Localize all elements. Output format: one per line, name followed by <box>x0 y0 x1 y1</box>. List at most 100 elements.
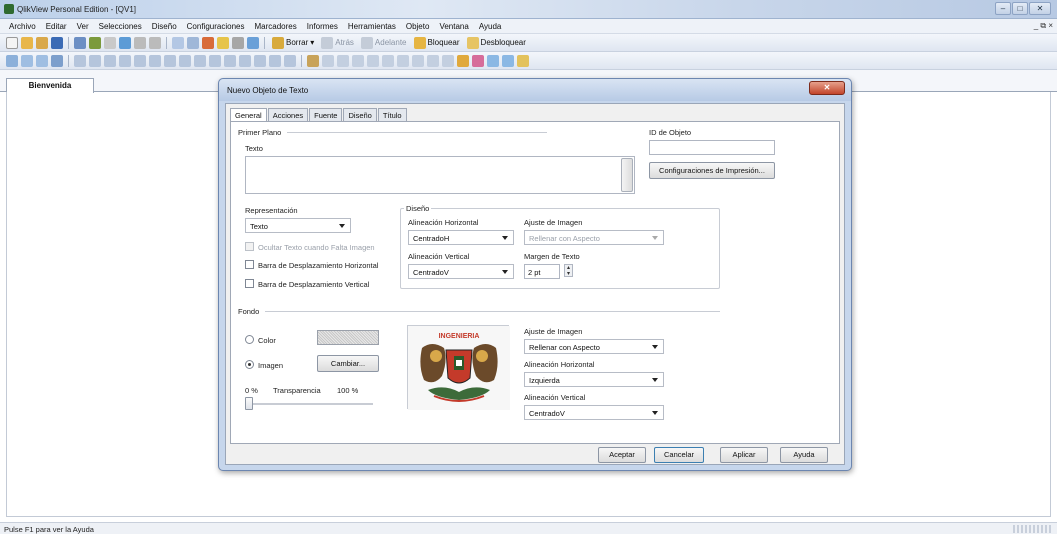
table-box-icon[interactable] <box>119 54 131 67</box>
menu-editar[interactable]: Editar <box>41 22 72 31</box>
add-sheet-icon[interactable] <box>6 54 18 67</box>
document-properties-icon[interactable] <box>187 36 199 49</box>
bg-alin-vertical-select[interactable]: CentradoV <box>524 405 664 420</box>
distribute-horizontal-icon[interactable] <box>412 54 424 67</box>
bloquear-button[interactable]: Bloquear <box>412 36 462 49</box>
redo-icon[interactable] <box>149 36 161 49</box>
cursor-icon[interactable] <box>517 54 529 67</box>
bookmark-object-icon[interactable] <box>239 54 251 67</box>
minimize-button[interactable]: – <box>995 2 1011 15</box>
margen-texto-input[interactable]: 2 pt <box>524 264 560 279</box>
color-swatch-button[interactable] <box>317 330 379 345</box>
tab-diseno[interactable]: Diseño <box>343 108 377 121</box>
ajuste-imagen-select[interactable]: Rellenar con Aspecto <box>524 230 664 245</box>
menu-herramientas[interactable]: Herramientas <box>343 22 401 31</box>
aplicar-button[interactable]: Aplicar <box>720 447 768 463</box>
line-arrow-icon[interactable] <box>209 54 221 67</box>
bg-alin-horizontal-select[interactable]: Izquierda <box>524 372 664 387</box>
atras-button[interactable]: Atrás <box>319 36 356 49</box>
open-server-icon[interactable] <box>36 36 48 49</box>
tab-fuente[interactable]: Fuente <box>309 108 343 121</box>
print-icon[interactable] <box>74 36 86 49</box>
transparencia-slider-track[interactable] <box>249 403 373 405</box>
cancelar-button[interactable]: Cancelar <box>654 447 704 463</box>
color-radio[interactable] <box>245 335 254 344</box>
transparencia-slider-thumb[interactable] <box>245 397 253 410</box>
ayuda-button[interactable]: Ayuda <box>780 447 828 463</box>
menu-ventana[interactable]: Ventana <box>434 22 473 31</box>
statistics-box-icon[interactable] <box>89 54 101 67</box>
alin-horizontal-select[interactable]: CentradoH <box>408 230 514 245</box>
texto-textarea[interactable] <box>245 156 635 194</box>
id-objeto-input[interactable] <box>649 140 775 155</box>
close-button[interactable]: ✕ <box>1029 2 1051 15</box>
listbox-icon[interactable] <box>74 54 86 67</box>
tab-titulo[interactable]: Título <box>377 108 407 121</box>
menu-ver[interactable]: Ver <box>72 22 94 31</box>
menu-diseno[interactable]: Diseño <box>147 22 182 31</box>
slider-object-icon[interactable] <box>224 54 236 67</box>
reload-icon[interactable] <box>119 36 131 49</box>
margen-spin-icon[interactable]: ▴ ▾ <box>564 264 573 277</box>
sheet-right-icon[interactable] <box>36 54 48 67</box>
help-icon[interactable] <box>247 36 259 49</box>
chart-icon[interactable] <box>134 54 146 67</box>
desbloquear-button[interactable]: Desbloquear <box>465 36 528 49</box>
align-left-icon[interactable] <box>322 54 334 67</box>
container-icon[interactable] <box>269 54 281 67</box>
align-top-icon[interactable] <box>367 54 379 67</box>
representacion-select[interactable]: Texto <box>245 218 351 233</box>
chart-wizard-icon[interactable] <box>202 36 214 49</box>
print-pdf-icon[interactable] <box>89 36 101 49</box>
menu-selecciones[interactable]: Selecciones <box>94 22 147 31</box>
grid-icon[interactable] <box>442 54 454 67</box>
sheet-tab-bienvenida[interactable]: Bienvenida <box>6 78 94 93</box>
layout-icon[interactable] <box>487 54 499 67</box>
color-icon[interactable] <box>472 54 484 67</box>
align-right-icon[interactable] <box>352 54 364 67</box>
bg-ajuste-imagen-select[interactable]: Rellenar con Aspecto <box>524 339 664 354</box>
dialog-title-bar[interactable]: Nuevo Objeto de Texto ✕ <box>219 79 851 101</box>
alin-vertical-select[interactable]: CentradoV <box>408 264 514 279</box>
texto-expand-button[interactable] <box>621 158 633 192</box>
bookmark-star-icon[interactable] <box>217 36 229 49</box>
aceptar-button[interactable]: Aceptar <box>598 447 646 463</box>
imagen-radio[interactable] <box>245 360 254 369</box>
open-folder-icon[interactable] <box>21 36 33 49</box>
dialog-close-button[interactable]: ✕ <box>809 81 845 95</box>
maximize-button[interactable]: □ <box>1012 2 1028 15</box>
barra-vertical-checkbox[interactable] <box>245 279 254 288</box>
ocultar-texto-checkbox[interactable] <box>245 242 254 251</box>
input-box-icon[interactable] <box>149 54 161 67</box>
menu-configuraciones[interactable]: Configuraciones <box>182 22 250 31</box>
undo-icon[interactable] <box>134 36 146 49</box>
menu-informes[interactable]: Informes <box>302 22 343 31</box>
resize-grip-icon[interactable] <box>1013 525 1053 533</box>
align-center-icon[interactable] <box>337 54 349 67</box>
menu-archivo[interactable]: Archivo <box>4 22 41 31</box>
cambiar-button[interactable]: Cambiar... <box>317 355 379 372</box>
config-impresion-button[interactable]: Configuraciones de Impresión... <box>649 162 775 179</box>
edit-script-icon[interactable] <box>104 36 116 49</box>
menu-marcadores[interactable]: Marcadores <box>249 22 301 31</box>
adelante-button[interactable]: Adelante <box>359 36 409 49</box>
sheet-properties-icon[interactable] <box>51 54 63 67</box>
new-document-icon[interactable] <box>6 36 18 49</box>
menu-objeto[interactable]: Objeto <box>401 22 435 31</box>
mdi-window-buttons[interactable]: _ ⧉ × <box>1034 21 1053 31</box>
barra-horizontal-checkbox[interactable] <box>245 260 254 269</box>
menu-ayuda[interactable]: Ayuda <box>474 22 507 31</box>
theme-icon[interactable] <box>502 54 514 67</box>
button-object-icon[interactable] <box>179 54 191 67</box>
multibox-icon[interactable] <box>104 54 116 67</box>
format-painter-icon[interactable] <box>307 54 319 67</box>
current-selections-icon[interactable] <box>164 54 176 67</box>
sheet-left-icon[interactable] <box>21 54 33 67</box>
text-object-icon[interactable] <box>194 54 206 67</box>
tab-general[interactable]: General <box>230 108 267 122</box>
highlight-icon[interactable] <box>457 54 469 67</box>
save-icon[interactable] <box>51 36 63 49</box>
tab-acciones[interactable]: Acciones <box>267 108 309 121</box>
table-viewer-icon[interactable] <box>172 36 184 49</box>
align-bottom-icon[interactable] <box>397 54 409 67</box>
